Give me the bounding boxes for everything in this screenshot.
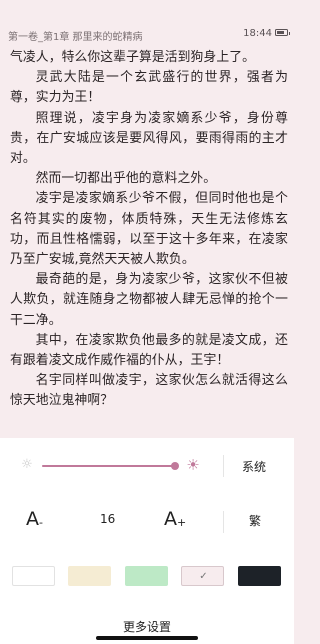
brightness-slider-thumb[interactable] bbox=[170, 462, 179, 470]
font-decrease-sub: - bbox=[39, 516, 43, 529]
sun-dim-icon: ☼ bbox=[21, 457, 33, 472]
reader-page[interactable]: 第一卷_第1章 那里来的蛇精病 18:44 气凌人，特么你这辈子算是活到狗身上了… bbox=[0, 0, 294, 438]
paragraph: 照理说，凌宇身为凌家嫡系少爷，身份尊贵，在广安城应该是要风得风，要雨得雨的主才对… bbox=[10, 110, 288, 167]
font-decrease-label: A bbox=[26, 508, 39, 530]
system-brightness-button[interactable]: 系统 bbox=[242, 458, 266, 475]
paragraph: 名宇同样叫做凌宇，这家伙怎么就活得这么惊天地泣鬼神啊？ bbox=[10, 373, 288, 409]
theme-row: ✓ bbox=[0, 566, 294, 586]
paragraph: 气凌人，特么你这辈子算是活到狗身上了。 bbox=[10, 50, 256, 65]
theme-swatch-pink[interactable]: ✓ bbox=[181, 566, 224, 586]
sun-bright-icon: ☀ bbox=[186, 456, 200, 474]
check-icon: ✓ bbox=[199, 571, 208, 582]
status-bar: 第一卷_第1章 那里来的蛇精病 18:44 bbox=[0, 0, 294, 46]
brightness-slider[interactable] bbox=[42, 462, 179, 470]
paragraph: 凌宇是凌家嫡系少爷不假，但同时他也是个名符其实的废物，体质特殊，天生无法修炼玄功… bbox=[10, 191, 288, 268]
brightness-row: ☼ ☀ 系统 bbox=[0, 455, 294, 477]
paragraph: 然而一切都出乎他的意料之外。 bbox=[35, 171, 217, 187]
chapter-title: 第一卷_第1章 那里来的蛇精病 bbox=[8, 32, 143, 43]
theme-swatch-cream[interactable] bbox=[68, 566, 111, 586]
traditional-chinese-button[interactable]: 繁 bbox=[249, 512, 261, 529]
home-indicator bbox=[96, 636, 198, 640]
paragraph: 灵武大陆是一个玄武盛行的世界，强者为尊，实力为王！ bbox=[10, 70, 288, 106]
paragraph: 其中，在凌家欺负他最多的就是凌文成，还有跟着凌文成作威作福的仆从，王宇！ bbox=[10, 332, 288, 369]
font-row: A- 16 A+ 繁 bbox=[0, 508, 294, 536]
settings-panel: ☼ ☀ 系统 A- 16 A+ 繁 ✓ 更多设置 bbox=[0, 438, 294, 644]
font-increase-sub: + bbox=[177, 516, 187, 529]
paragraph: 最奇葩的是，身为凌家少爷，这家伙不但被人欺负，就连随身之物都被人肆无忌惮的抢个一… bbox=[10, 272, 288, 328]
brightness-slider-fill bbox=[42, 465, 175, 467]
divider bbox=[223, 511, 224, 533]
font-size-value: 16 bbox=[100, 512, 116, 526]
battery-fill bbox=[277, 31, 284, 34]
theme-swatch-green[interactable] bbox=[125, 566, 168, 586]
battery-icon bbox=[275, 29, 290, 36]
divider bbox=[223, 455, 224, 477]
theme-swatch-dark[interactable] bbox=[238, 566, 281, 586]
font-decrease-button[interactable]: A- bbox=[26, 508, 43, 530]
more-settings-button[interactable]: 更多设置 bbox=[0, 618, 294, 635]
clock: 18:44 bbox=[243, 28, 272, 39]
font-increase-button[interactable]: A+ bbox=[164, 508, 186, 530]
font-increase-label: A bbox=[164, 508, 177, 530]
theme-swatch-white[interactable] bbox=[12, 566, 55, 586]
chapter-text: 气凌人，特么你这辈子算是活到狗身上了。灵武大陆是一个玄武盛行的世界，强者为尊，实… bbox=[10, 48, 288, 412]
